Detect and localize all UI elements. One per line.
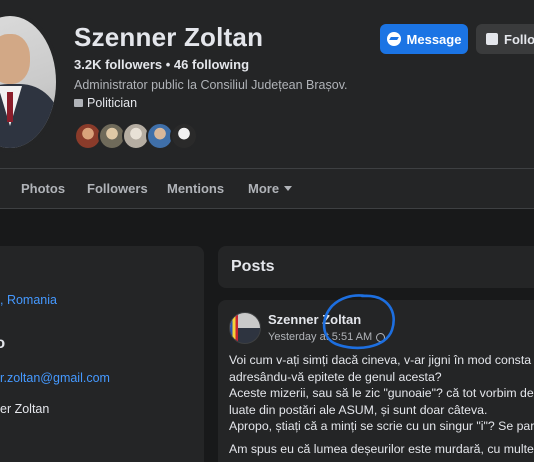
caret-down-icon: [284, 186, 293, 191]
tab-more-label: More: [248, 181, 280, 196]
briefcase-icon: [74, 99, 83, 107]
message-button[interactable]: Message: [380, 24, 468, 54]
profile-page: Szenner Zoltan 3.2K followers • 46 follo…: [0, 0, 534, 462]
posts-title: Posts: [231, 258, 275, 275]
profile-avatar[interactable]: [0, 12, 60, 152]
profile-tabs: Photos Followers Mentions More: [0, 168, 534, 208]
profile-bio: Administrator public la Consiliul Județe…: [74, 78, 348, 92]
post-time-label: Yesterday at 5:51 AM: [268, 331, 373, 343]
post-timestamp[interactable]: Yesterday at 5:51 AM: [268, 331, 386, 343]
profile-name: Szenner Zoltan: [74, 22, 264, 52]
follower-avatar[interactable]: [170, 122, 198, 150]
post-author[interactable]: Szenner Zoltan: [268, 312, 361, 327]
posts-header-card: Posts: [218, 246, 534, 288]
messenger-icon: [386, 32, 401, 46]
profile-category: Politician: [74, 96, 137, 110]
contact-info-heading: fo: [0, 335, 6, 352]
post-line: Voi cum v-ați simți dacă cineva, v-ar ji…: [229, 353, 532, 367]
category-label: Politician: [87, 96, 138, 110]
follow-button[interactable]: Follo: [476, 24, 534, 54]
divider: [0, 208, 534, 209]
email-link[interactable]: r.zoltan@gmail.com: [0, 371, 110, 385]
follow-icon: [486, 33, 498, 45]
post-line: Am spus eu că lumea deșeurilor este murd…: [229, 441, 534, 456]
location-link[interactable]: , Romania: [0, 293, 57, 307]
message-label: Message: [406, 31, 462, 47]
post-author-avatar[interactable]: [229, 312, 261, 344]
intro-card: , Romania fo r.zoltan@gmail.com er Zolta…: [0, 246, 204, 462]
post-line: Aceste mizerii, sau să le zic "gunoaie"?…: [229, 386, 534, 400]
post-line: luate din postări ale ASUM, și sunt doar…: [229, 402, 488, 417]
profile-header: Szenner Zoltan 3.2K followers • 46 follo…: [0, 0, 534, 168]
follow-label: Follo: [504, 31, 534, 47]
tab-photos[interactable]: Photos: [21, 181, 65, 196]
post-text: Voi cum v-ați simți dacă cineva, v-ar ji…: [229, 352, 534, 457]
profile-stats[interactable]: 3.2K followers • 46 following: [74, 57, 249, 72]
tab-more[interactable]: More: [248, 181, 293, 196]
post-card: Szenner Zoltan Yesterday at 5:51 AM Voi …: [218, 300, 534, 462]
post-line: adresându-vă epitete de genul acesta?: [229, 369, 442, 384]
globe-icon: [376, 332, 386, 342]
tab-followers[interactable]: Followers: [87, 181, 148, 196]
tab-mentions[interactable]: Mentions: [167, 181, 224, 196]
post-line: Apropo, știați că a minți se scrie cu un…: [229, 419, 534, 433]
contact-name: er Zoltan: [0, 402, 50, 416]
